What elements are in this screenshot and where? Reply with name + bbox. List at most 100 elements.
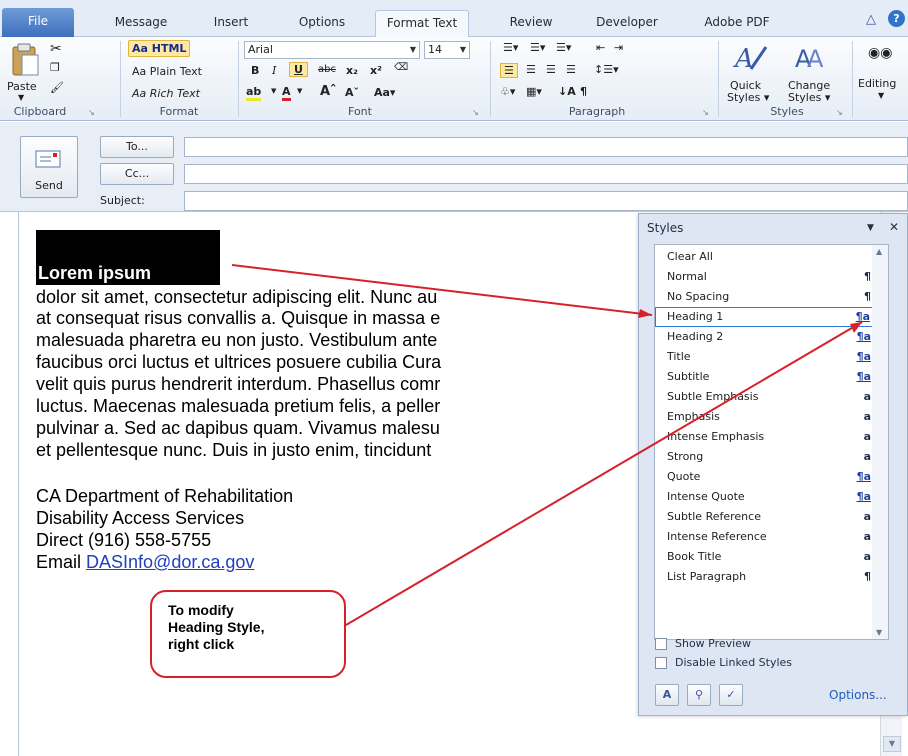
bullets-icon[interactable]: ☰▾	[503, 41, 518, 54]
align-right-icon[interactable]: ☰	[546, 63, 556, 76]
superscript-icon[interactable]: x²	[370, 64, 382, 77]
quick-styles-icon[interactable]: A	[733, 41, 769, 73]
strikethrough-icon[interactable]: abc	[318, 64, 336, 75]
send-button[interactable]: Send	[20, 136, 78, 198]
show-preview-checkbox[interactable]	[655, 638, 667, 650]
multilevel-list-icon[interactable]: ☰▾	[556, 41, 571, 54]
tab-review[interactable]: Review	[498, 10, 564, 37]
scroll-down-icon[interactable]: ▼	[876, 628, 882, 637]
tab-options[interactable]: Options	[286, 10, 358, 37]
tab-format-text[interactable]: Format Text	[375, 10, 469, 37]
chevron-down-icon[interactable]: ▼	[878, 91, 884, 100]
font-size-combo[interactable]: 14 ▼	[424, 41, 470, 59]
tab-insert[interactable]: Insert	[200, 10, 262, 37]
style-item-no-spacing[interactable]: No Spacing ¶	[655, 287, 873, 307]
scroll-up-icon[interactable]: ▲	[876, 247, 882, 256]
font-name-combo[interactable]: Arial ▼	[244, 41, 420, 59]
align-left-icon[interactable]: ☰	[500, 63, 518, 78]
align-center-icon[interactable]: ☰	[526, 63, 536, 76]
style-item-subtle-emphasis[interactable]: Subtle Emphasis a	[655, 387, 873, 407]
ribbon-separator	[238, 41, 239, 117]
borders-icon[interactable]: ▦▾	[526, 85, 542, 98]
tab-message[interactable]: Message	[100, 10, 182, 37]
new-style-icon[interactable]: A	[655, 684, 679, 706]
change-styles-button[interactable]: Styles ▾	[788, 91, 830, 104]
options-link[interactable]: Options...	[829, 688, 887, 702]
style-item-list-paragraph[interactable]: List Paragraph ¶	[655, 567, 873, 587]
numbering-icon[interactable]: ☰▾	[530, 41, 545, 54]
quick-styles-button[interactable]: Styles ▾	[727, 91, 769, 104]
font-color-icon[interactable]: A	[282, 85, 291, 101]
minimize-ribbon-icon[interactable]: △	[866, 12, 876, 27]
chevron-down-icon[interactable]: ▼	[297, 87, 302, 95]
editing-button[interactable]: Editing	[858, 77, 896, 90]
copy-icon[interactable]: ❐	[50, 61, 60, 74]
change-styles-icon[interactable]: A A	[795, 41, 831, 73]
style-item-subtitle[interactable]: Subtitle ¶a	[655, 367, 873, 387]
help-icon[interactable]: ?	[888, 10, 905, 27]
style-item-title[interactable]: Title ¶a	[655, 347, 873, 367]
grow-font-icon[interactable]: Aˆ	[320, 84, 337, 99]
format-painter-icon[interactable]: 🖌	[50, 81, 64, 94]
justify-icon[interactable]: ☰	[566, 63, 576, 76]
disable-linked-styles-checkbox[interactable]	[655, 657, 667, 669]
pane-options-icon[interactable]: ▼	[867, 223, 874, 233]
tab-developer[interactable]: Developer	[586, 10, 668, 37]
cc-field[interactable]	[184, 164, 908, 184]
style-item-clear-all[interactable]: Clear All	[655, 247, 873, 267]
style-item-heading-2[interactable]: Heading 2 ¶a	[655, 327, 873, 347]
bold-icon[interactable]: B	[251, 64, 259, 77]
paragraph-launcher-icon[interactable]: ↘	[702, 108, 709, 117]
paste-dropdown-icon[interactable]: ▼	[18, 93, 24, 102]
underline-icon[interactable]: U	[289, 62, 308, 77]
style-item-intense-emphasis[interactable]: Intense Emphasis a	[655, 427, 873, 447]
style-item-normal[interactable]: Normal ¶	[655, 267, 873, 287]
format-plain-text-button[interactable]: Aa Plain Text	[132, 65, 202, 78]
shading-icon[interactable]: ♧▾	[500, 85, 515, 98]
shrink-font-icon[interactable]: Aˇ	[345, 86, 359, 99]
to-field[interactable]	[184, 137, 908, 157]
show-formatting-marks-icon[interactable]: ¶	[580, 85, 587, 98]
binoculars-icon[interactable]: ◉◉	[868, 45, 892, 61]
style-item-label: No Spacing	[667, 290, 730, 303]
style-item-intense-quote[interactable]: Intense Quote ¶a	[655, 487, 873, 507]
style-item-strong[interactable]: Strong a	[655, 447, 873, 467]
style-item-subtle-reference[interactable]: Subtle Reference a	[655, 507, 873, 527]
close-icon[interactable]: ✕	[889, 220, 899, 234]
change-case-icon[interactable]: Aa▾	[374, 86, 395, 99]
to-button[interactable]: To...	[100, 136, 174, 158]
subject-field[interactable]	[184, 191, 908, 211]
subscript-icon[interactable]: x₂	[346, 64, 358, 77]
tab-file[interactable]: File	[2, 8, 74, 37]
font-launcher-icon[interactable]: ↘	[472, 108, 479, 117]
tab-adobe-pdf[interactable]: Adobe PDF	[696, 10, 778, 37]
format-rich-text-button[interactable]: Aa Rich Text	[132, 87, 200, 100]
cut-icon[interactable]: ✂	[50, 41, 62, 57]
style-item-intense-reference[interactable]: Intense Reference a	[655, 527, 873, 547]
paragraph-mark-icon: ¶	[864, 270, 871, 283]
style-list-scrollbar[interactable]: ▲ ▼	[872, 244, 889, 640]
body-heading[interactable]: Lorem ipsum	[38, 263, 151, 284]
line-spacing-icon[interactable]: ↕☰▾	[594, 63, 619, 76]
style-item-emphasis[interactable]: Emphasis a	[655, 407, 873, 427]
chevron-down-icon[interactable]: ▼	[271, 87, 276, 95]
style-item-book-title[interactable]: Book Title a	[655, 547, 873, 567]
manage-styles-icon[interactable]: ✓	[719, 684, 743, 706]
paste-button[interactable]: Paste	[7, 80, 37, 93]
format-html-button[interactable]: Aa HTML	[128, 40, 191, 57]
decrease-indent-icon[interactable]: ⇤	[596, 41, 605, 54]
paste-icon[interactable]	[10, 43, 40, 77]
highlight-color-icon[interactable]: ab	[246, 85, 262, 101]
style-item-heading-1[interactable]: Heading 1 ¶a	[655, 307, 873, 327]
scroll-down-icon[interactable]: ▼	[883, 736, 901, 752]
clear-formatting-icon[interactable]: ⌫	[394, 62, 408, 73]
italic-icon[interactable]: I	[272, 64, 276, 77]
styles-launcher-icon[interactable]: ↘	[836, 108, 843, 117]
sort-icon[interactable]: ↓A	[558, 85, 576, 98]
cc-button[interactable]: Cc...	[100, 163, 174, 185]
increase-indent-icon[interactable]: ⇥	[614, 41, 623, 54]
email-link[interactable]: DASInfo@dor.ca.gov	[86, 552, 254, 572]
style-inspector-icon[interactable]: ⚲	[687, 684, 711, 706]
style-item-quote[interactable]: Quote ¶a	[655, 467, 873, 487]
clipboard-launcher-icon[interactable]: ↘	[88, 108, 95, 117]
